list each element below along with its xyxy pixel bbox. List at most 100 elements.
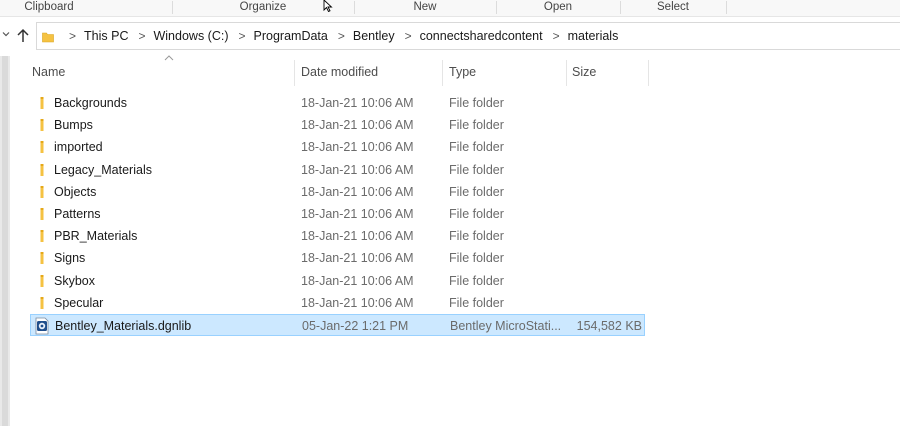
file-size (570, 114, 641, 136)
file-name: Bumps (54, 118, 93, 133)
file-name: Objects (54, 184, 97, 199)
file-type: File folder (449, 184, 504, 199)
file-type: File folder (449, 229, 504, 244)
breadcrumb-bentley[interactable]: Bentley (353, 29, 395, 43)
file-name: Skybox (54, 273, 95, 288)
file-date-modified: 18-Jan-21 10:06 AM (301, 184, 414, 199)
folder-icon (42, 32, 54, 43)
breadcrumb-materials[interactable]: materials (568, 29, 619, 43)
ribbon-group-open: Open (543, 1, 573, 13)
file-size (570, 225, 641, 247)
breadcrumb-this-pc[interactable]: This PC (84, 29, 128, 43)
file-row[interactable]: Legacy_Materials 18-Jan-21 10:06 AM File… (30, 159, 645, 181)
file-date-modified: 18-Jan-21 10:06 AM (301, 206, 414, 221)
up-arrow-icon[interactable] (14, 27, 32, 45)
file-date-modified: 18-Jan-21 10:06 AM (301, 140, 414, 155)
file-size (570, 203, 641, 225)
chevron-right-icon[interactable]: > (138, 29, 145, 43)
file-type: File folder (449, 273, 504, 288)
file-row[interactable]: Objects 18-Jan-21 10:06 AM File folder (30, 181, 645, 203)
file-date-modified: 18-Jan-21 10:06 AM (301, 251, 414, 266)
file-row[interactable]: Specular 18-Jan-21 10:06 AM File folder (30, 292, 645, 314)
folder-icon (40, 119, 44, 132)
column-divider[interactable] (442, 60, 443, 86)
mouse-cursor-icon (323, 0, 333, 12)
file-date-modified: 18-Jan-21 10:06 AM (301, 96, 414, 110)
folder-icon (40, 163, 44, 176)
column-header: Name Date modified Type Size (10, 55, 900, 88)
file-row[interactable]: Patterns 18-Jan-21 10:06 AM File folder (30, 203, 645, 225)
file-size (570, 270, 641, 292)
chevron-right-icon[interactable]: > (239, 29, 246, 43)
file-size (570, 136, 641, 158)
file-name: Patterns (54, 206, 101, 221)
column-header-name[interactable]: Name (32, 56, 65, 88)
file-name: Backgrounds (54, 96, 127, 110)
file-size (570, 92, 641, 114)
file-row[interactable]: Signs 18-Jan-21 10:06 AM File folder (30, 247, 645, 269)
file-date-modified: 05-Jan-22 1:21 PM (302, 318, 409, 333)
file-size (570, 292, 641, 314)
file-type: File folder (449, 140, 504, 155)
file-date-modified: 18-Jan-21 10:06 AM (301, 162, 414, 177)
file-size (570, 181, 641, 203)
column-divider[interactable] (648, 60, 649, 86)
navigation-pane[interactable] (0, 56, 10, 426)
breadcrumb-connectsharedcontent[interactable]: connectsharedcontent (420, 29, 543, 43)
file-name: Signs (54, 251, 86, 266)
recent-locations-chevron-icon[interactable] (2, 30, 10, 38)
file-type: File folder (449, 295, 504, 310)
breadcrumb-programdata[interactable]: ProgramData (254, 29, 328, 43)
folder-icon (40, 185, 44, 198)
chevron-right-icon[interactable]: > (69, 29, 76, 43)
column-header-type[interactable]: Type (449, 56, 476, 88)
folder-icon (40, 252, 44, 265)
column-divider[interactable] (566, 60, 567, 86)
file-date-modified: 18-Jan-21 10:06 AM (301, 295, 414, 310)
file-row[interactable]: Bumps 18-Jan-21 10:06 AM File folder (30, 114, 645, 136)
file-row[interactable]: Backgrounds 18-Jan-21 10:06 AM File fold… (30, 92, 645, 114)
column-header-size[interactable]: Size (572, 56, 596, 88)
file-name: PBR_Materials (54, 229, 138, 244)
address-bar[interactable]: > This PC > Windows (C:) > ProgramData >… (36, 22, 900, 50)
file-size: 154,582 KB (576, 318, 642, 333)
file-size (570, 159, 641, 181)
ribbon-group-new: New (413, 1, 437, 13)
folder-icon (40, 207, 44, 220)
navigation-row: > This PC > Windows (C:) > ProgramData >… (0, 17, 900, 55)
ribbon-divider (726, 1, 727, 14)
breadcrumb: > This PC > Windows (C:) > ProgramData >… (59, 23, 618, 49)
file-type: File folder (449, 206, 504, 221)
file-type: File folder (449, 251, 504, 266)
ribbon-group-clipboard: Clipboard (24, 1, 74, 13)
file-list: Backgrounds 18-Jan-21 10:06 AM File fold… (30, 92, 645, 337)
file-date-modified: 18-Jan-21 10:06 AM (301, 118, 414, 133)
file-name: Bentley_Materials.dgnlib (55, 318, 192, 333)
file-type: Bentley MicroStati... (450, 318, 562, 333)
sort-ascending-icon (164, 55, 174, 61)
file-row[interactable]: Skybox 18-Jan-21 10:06 AM File folder (30, 270, 645, 292)
file-type: File folder (449, 96, 504, 110)
folder-icon (40, 97, 44, 109)
dgnlib-file-icon (35, 317, 49, 335)
file-name: Legacy_Materials (54, 162, 152, 177)
folder-icon (40, 296, 44, 309)
column-divider[interactable] (294, 60, 295, 86)
file-date-modified: 18-Jan-21 10:06 AM (301, 273, 414, 288)
chevron-right-icon[interactable]: > (405, 29, 412, 43)
folder-icon (40, 141, 44, 154)
folder-icon (40, 274, 44, 287)
file-type: File folder (449, 118, 504, 133)
file-row[interactable]: imported 18-Jan-21 10:06 AM File folder (30, 136, 645, 158)
breadcrumb-windows-c[interactable]: Windows (C:) (153, 29, 228, 43)
chevron-right-icon[interactable]: > (553, 29, 560, 43)
chevron-right-icon[interactable]: > (338, 29, 345, 43)
column-header-date-modified[interactable]: Date modified (301, 56, 378, 88)
file-row[interactable]: PBR_Materials 18-Jan-21 10:06 AM File fo… (30, 225, 645, 247)
file-row-selected[interactable]: Bentley_Materials.dgnlib 05-Jan-22 1:21 … (30, 313, 645, 337)
folder-icon (40, 230, 44, 243)
ribbon-group-select: Select (657, 1, 689, 13)
file-type: File folder (449, 162, 504, 177)
file-date-modified: 18-Jan-21 10:06 AM (301, 229, 414, 244)
navigation-pane-scrollbar[interactable] (2, 56, 8, 426)
